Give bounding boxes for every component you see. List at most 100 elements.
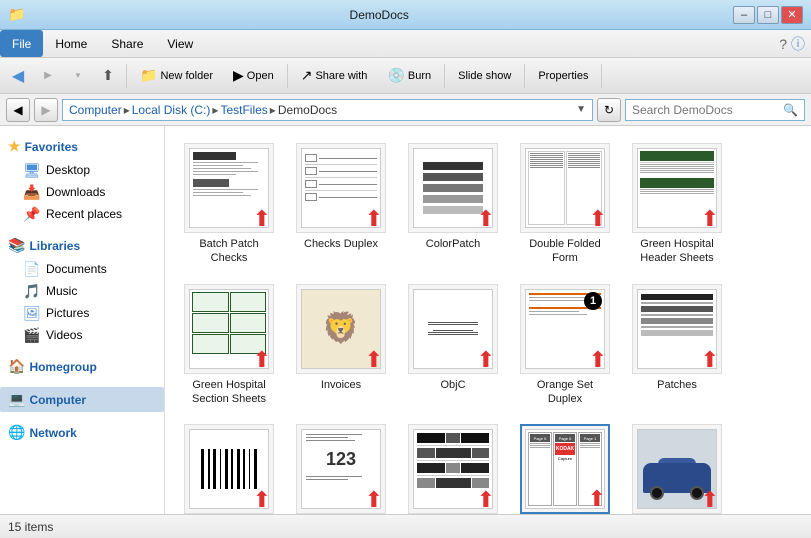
- pdf-icon-arrow-5: ⬆: [701, 206, 719, 231]
- sidebar-network-header[interactable]: 🌐 Network: [0, 420, 164, 445]
- file-name-checks-duplex: Checks Duplex: [304, 237, 378, 251]
- sidebar-favorites-header[interactable]: ★ Favorites: [0, 134, 164, 159]
- info-icon[interactable]: ⓘ: [791, 34, 805, 54]
- sidebar-item-desktop[interactable]: 🖥 Desktop: [0, 159, 164, 181]
- menu-file[interactable]: File: [0, 30, 43, 57]
- file-name-colorpatch: ColorPatch: [426, 237, 480, 251]
- maximize-button[interactable]: □: [757, 6, 779, 24]
- toolbar-new-folder[interactable]: 📁 New folder: [131, 62, 222, 90]
- sidebar-item-documents[interactable]: 📄 Documents: [0, 258, 164, 280]
- open-icon: ▶: [233, 67, 244, 84]
- toolbar-properties[interactable]: Properties: [529, 62, 597, 90]
- status-bar: 15 items: [0, 514, 811, 538]
- sidebar-item-recent[interactable]: 📌 Recent places: [0, 203, 164, 225]
- sidebar-homegroup-section: 🏠 Homegroup: [0, 354, 164, 379]
- file-item-hospital-section[interactable]: ⬆ Green HospitalSection Sheets: [175, 277, 283, 414]
- toolbar-share[interactable]: ↗ Share with: [292, 62, 377, 90]
- menu-bar: File Home Share View ? ⓘ: [0, 30, 811, 58]
- pdf-icon-arrow-8: ⬆: [477, 347, 495, 372]
- sidebar-item-music[interactable]: 🎵 Music: [0, 280, 164, 302]
- file-thumb-double-folded: ⬆: [520, 143, 610, 233]
- downloads-icon: 📥: [24, 184, 40, 200]
- file-thumb-transport: ⬆: [408, 424, 498, 514]
- file-item-tyre[interactable]: ⬆ tyre_collection_M: [623, 417, 731, 514]
- file-name-invoices: Invoices: [321, 378, 361, 392]
- sidebar-homegroup-header[interactable]: 🏠 Homegroup: [0, 354, 164, 379]
- music-icon: 🎵: [24, 283, 40, 299]
- file-item-result[interactable]: 123 ⬆ Result: [287, 417, 395, 514]
- main-area: ★ Favorites 🖥 Desktop 📥 Downloads 📌 Rece…: [0, 126, 811, 514]
- menu-view[interactable]: View: [155, 30, 205, 57]
- file-item-checks-duplex[interactable]: ⬆ Checks Duplex: [287, 136, 395, 273]
- file-item-orange-set[interactable]: 1 ⬆ Orange SetDuplex: [511, 277, 619, 414]
- pdf-icon-arrow-10: ⬆: [701, 347, 719, 372]
- file-item-colorpatch[interactable]: ⬆ ColorPatch: [399, 136, 507, 273]
- pictures-icon: 🖼: [24, 305, 40, 321]
- close-button[interactable]: ✕: [781, 6, 803, 24]
- local-disk-path[interactable]: Local Disk (C:): [132, 103, 211, 117]
- file-name-double-folded: Double FoldedForm: [529, 237, 601, 266]
- file-thumb-batch-patch-checks: ⬆: [184, 143, 274, 233]
- toolbar-burn[interactable]: 💿 Burn: [378, 62, 440, 90]
- file-item-pdf417[interactable]: ⬆ pdf417: [175, 417, 283, 514]
- search-box[interactable]: 🔍: [625, 99, 805, 121]
- sidebar-item-downloads[interactable]: 📥 Downloads: [0, 181, 164, 203]
- file-thumb-result: 123 ⬆: [296, 424, 386, 514]
- file-thumb-triple-folded: Page 5 Page 6 KODAK Capture Page 1: [520, 424, 610, 514]
- pdf-icon-arrow-4: ⬆: [589, 206, 607, 231]
- file-item-double-folded[interactable]: ⬆ Double FoldedForm: [511, 136, 619, 273]
- address-path[interactable]: Computer ▸ Local Disk (C:) ▸ TestFiles ▸…: [62, 99, 593, 121]
- forward-nav-button[interactable]: ▶: [34, 98, 58, 122]
- menu-home[interactable]: Home: [43, 30, 99, 57]
- star-icon: ★: [8, 138, 21, 155]
- file-item-transport[interactable]: ⬆ Transport: [399, 417, 507, 514]
- toolbar-separator-4: [524, 64, 525, 88]
- refresh-button[interactable]: ↻: [597, 98, 621, 122]
- burn-icon: 💿: [387, 67, 404, 84]
- file-item-hospital-header[interactable]: ⬆ Green HospitalHeader Sheets: [623, 136, 731, 273]
- file-item-triple-folded[interactable]: Page 5 Page 6 KODAK Capture Page 1: [511, 417, 619, 514]
- forward-button[interactable]: ▶: [34, 62, 62, 90]
- file-item-patches[interactable]: ⬆ Patches: [623, 277, 731, 414]
- network-icon: 🌐: [8, 424, 25, 441]
- sidebar-item-videos[interactable]: 🎬 Videos: [0, 324, 164, 346]
- file-item-objc[interactable]: ⬆ ObjC: [399, 277, 507, 414]
- up-button[interactable]: ⬆: [94, 62, 122, 90]
- sidebar-libraries-header[interactable]: 📚 Libraries: [0, 233, 164, 258]
- demo-docs-path[interactable]: DemoDocs: [278, 103, 337, 117]
- file-name-patches: Patches: [657, 378, 697, 392]
- back-button[interactable]: ◀: [4, 62, 32, 90]
- pdf-icon-arrow-3: ⬆: [477, 206, 495, 231]
- computer-path[interactable]: Computer: [69, 103, 122, 117]
- address-bar: ◀ ▶ Computer ▸ Local Disk (C:) ▸ TestFil…: [0, 94, 811, 126]
- file-item-invoices[interactable]: 🦁 ⬆ Invoices: [287, 277, 395, 414]
- forward-dropdown[interactable]: ▼: [64, 62, 92, 90]
- minimize-button[interactable]: –: [733, 6, 755, 24]
- file-thumb-pdf417: ⬆: [184, 424, 274, 514]
- pdf-icon-arrow-15: ⬆: [701, 487, 719, 512]
- toolbar-open[interactable]: ▶ Open: [224, 62, 283, 90]
- library-icon: 📚: [8, 237, 25, 254]
- sidebar: ★ Favorites 🖥 Desktop 📥 Downloads 📌 Rece…: [0, 126, 165, 514]
- search-icon: 🔍: [783, 103, 798, 117]
- path-dropdown-icon[interactable]: ▼: [576, 104, 586, 115]
- sidebar-computer-header[interactable]: 💻 Computer: [0, 387, 164, 412]
- back-nav-button[interactable]: ◀: [6, 98, 30, 122]
- toolbar-separator-3: [444, 64, 445, 88]
- pdf-icon-arrow-7: ⬆: [365, 347, 383, 372]
- sidebar-libraries-section: 📚 Libraries 📄 Documents 🎵 Music 🖼 Pictur…: [0, 233, 164, 346]
- videos-icon: 🎬: [24, 327, 40, 343]
- items-count: 15 items: [8, 520, 53, 534]
- test-files-path[interactable]: TestFiles: [220, 103, 267, 117]
- help-question-icon[interactable]: ?: [779, 36, 787, 52]
- file-name-hospital-section: Green HospitalSection Sheets: [192, 378, 266, 407]
- file-thumb-colorpatch: ⬆: [408, 143, 498, 233]
- toolbar-slideshow[interactable]: Slide show: [449, 62, 520, 90]
- pdf-icon-arrow-14: ⬆: [588, 486, 606, 511]
- menu-share[interactable]: Share: [99, 30, 155, 57]
- file-thumb-objc: ⬆: [408, 284, 498, 374]
- file-item-batch-patch-checks[interactable]: ⬆ Batch PatchChecks: [175, 136, 283, 273]
- search-input[interactable]: [632, 103, 783, 117]
- sidebar-item-pictures[interactable]: 🖼 Pictures: [0, 302, 164, 324]
- homegroup-icon: 🏠: [8, 358, 25, 375]
